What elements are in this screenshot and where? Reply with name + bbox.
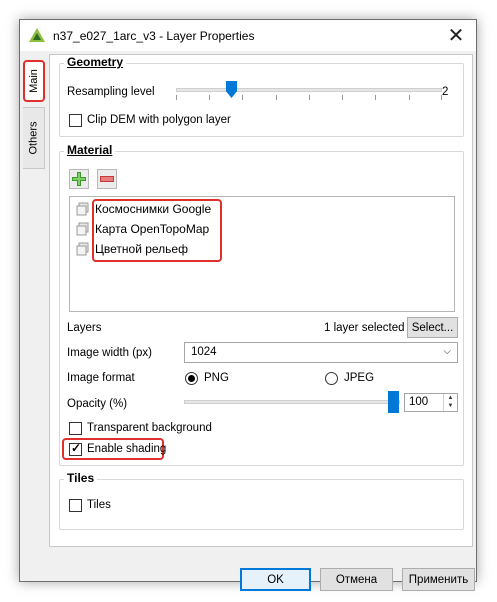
material-title: Material [64, 143, 116, 157]
layer-stack-icon [76, 222, 89, 236]
tiles-group: Tiles Tiles [59, 471, 464, 530]
opacity-slider-handle[interactable] [388, 391, 399, 413]
list-item-label: Карта OpenTopoMap [95, 222, 210, 236]
geometry-title: Geometry [64, 55, 127, 69]
opacity-slider[interactable] [184, 400, 400, 404]
list-item[interactable]: Цветной рельеф [76, 239, 188, 259]
opacity-spinbox[interactable]: 100 ▲ ▼ [404, 393, 458, 412]
select-layers-button[interactable]: Select... [407, 317, 458, 338]
resampling-ticks [176, 95, 442, 101]
list-item[interactable]: Космоснимки Google [76, 199, 211, 219]
resampling-label: Resampling level [67, 86, 155, 98]
tiles-title: Tiles [64, 471, 98, 485]
tab-main-label: Main [28, 69, 40, 93]
format-png-label: PNG [204, 372, 229, 384]
image-width-value: 1024 [191, 346, 217, 358]
format-png-radio[interactable] [185, 372, 198, 385]
list-item-label: Цветной рельеф [95, 242, 188, 256]
title-bar: n37_e027_1arc_v3 - Layer Properties ✕ [20, 20, 476, 51]
resampling-slider[interactable] [176, 88, 442, 92]
image-width-combo[interactable]: 1024 ⌵ [184, 342, 458, 363]
main-pane: Geometry Resampling level 2 Clip DEM wit… [49, 54, 473, 547]
material-layer-list[interactable]: Космоснимки Google Карта OpenTopoMap Цве… [69, 196, 455, 312]
close-button[interactable]: ✕ [436, 20, 476, 51]
ok-button[interactable]: OK [240, 568, 311, 591]
enable-shading-label: Enable shading [87, 443, 167, 455]
opacity-label: Opacity (%) [67, 398, 128, 410]
remove-layer-button[interactable] [97, 169, 117, 189]
layer-stack-icon [76, 242, 89, 256]
clip-dem-label: Clip DEM with polygon layer [87, 114, 231, 126]
format-jpeg-label: JPEG [344, 372, 375, 384]
list-item-label: Космоснимки Google [95, 202, 212, 216]
material-group: Material Космоснимки Google Карта OpenTo… [59, 143, 464, 466]
resampling-value: 2 [442, 86, 449, 98]
plus-icon [72, 172, 86, 186]
format-jpeg-radio[interactable] [325, 372, 338, 385]
window-title: n37_e027_1arc_v3 - Layer Properties [53, 29, 255, 43]
opacity-value: 100 [409, 396, 429, 408]
qgis-logo-icon [29, 28, 45, 42]
transparent-background-checkbox[interactable] [69, 422, 82, 435]
image-format-label: Image format [67, 372, 135, 384]
geometry-group: Geometry Resampling level 2 Clip DEM wit… [59, 55, 464, 137]
apply-button[interactable]: Применить [402, 568, 475, 591]
dialog-content: Main Others Geometry Resampling level 2 … [20, 51, 476, 591]
tiles-checkbox[interactable] [69, 499, 82, 512]
layers-selected-text: 1 layer selected [324, 322, 405, 334]
tab-others[interactable]: Others [23, 107, 45, 169]
tab-others-label: Others [27, 121, 40, 155]
clip-dem-checkbox[interactable] [69, 114, 82, 127]
cancel-button[interactable]: Отмена [320, 568, 393, 591]
chevron-down-icon: ⌵ [443, 346, 451, 357]
layers-label: Layers [67, 322, 102, 334]
add-layer-button[interactable] [69, 169, 89, 189]
tiles-label: Tiles [87, 499, 111, 511]
spin-arrows-icon[interactable]: ▲ ▼ [443, 394, 457, 411]
enable-shading-checkbox[interactable] [69, 441, 82, 456]
tab-main[interactable]: Main [23, 60, 45, 102]
layer-properties-dialog: n37_e027_1arc_v3 - Layer Properties ✕ Ma… [19, 19, 477, 591]
image-width-label: Image width (px) [67, 347, 153, 359]
transparent-background-label: Transparent background [87, 422, 212, 434]
list-item[interactable]: Карта OpenTopoMap [76, 219, 209, 239]
layer-stack-icon [76, 202, 89, 216]
minus-icon [100, 176, 114, 182]
